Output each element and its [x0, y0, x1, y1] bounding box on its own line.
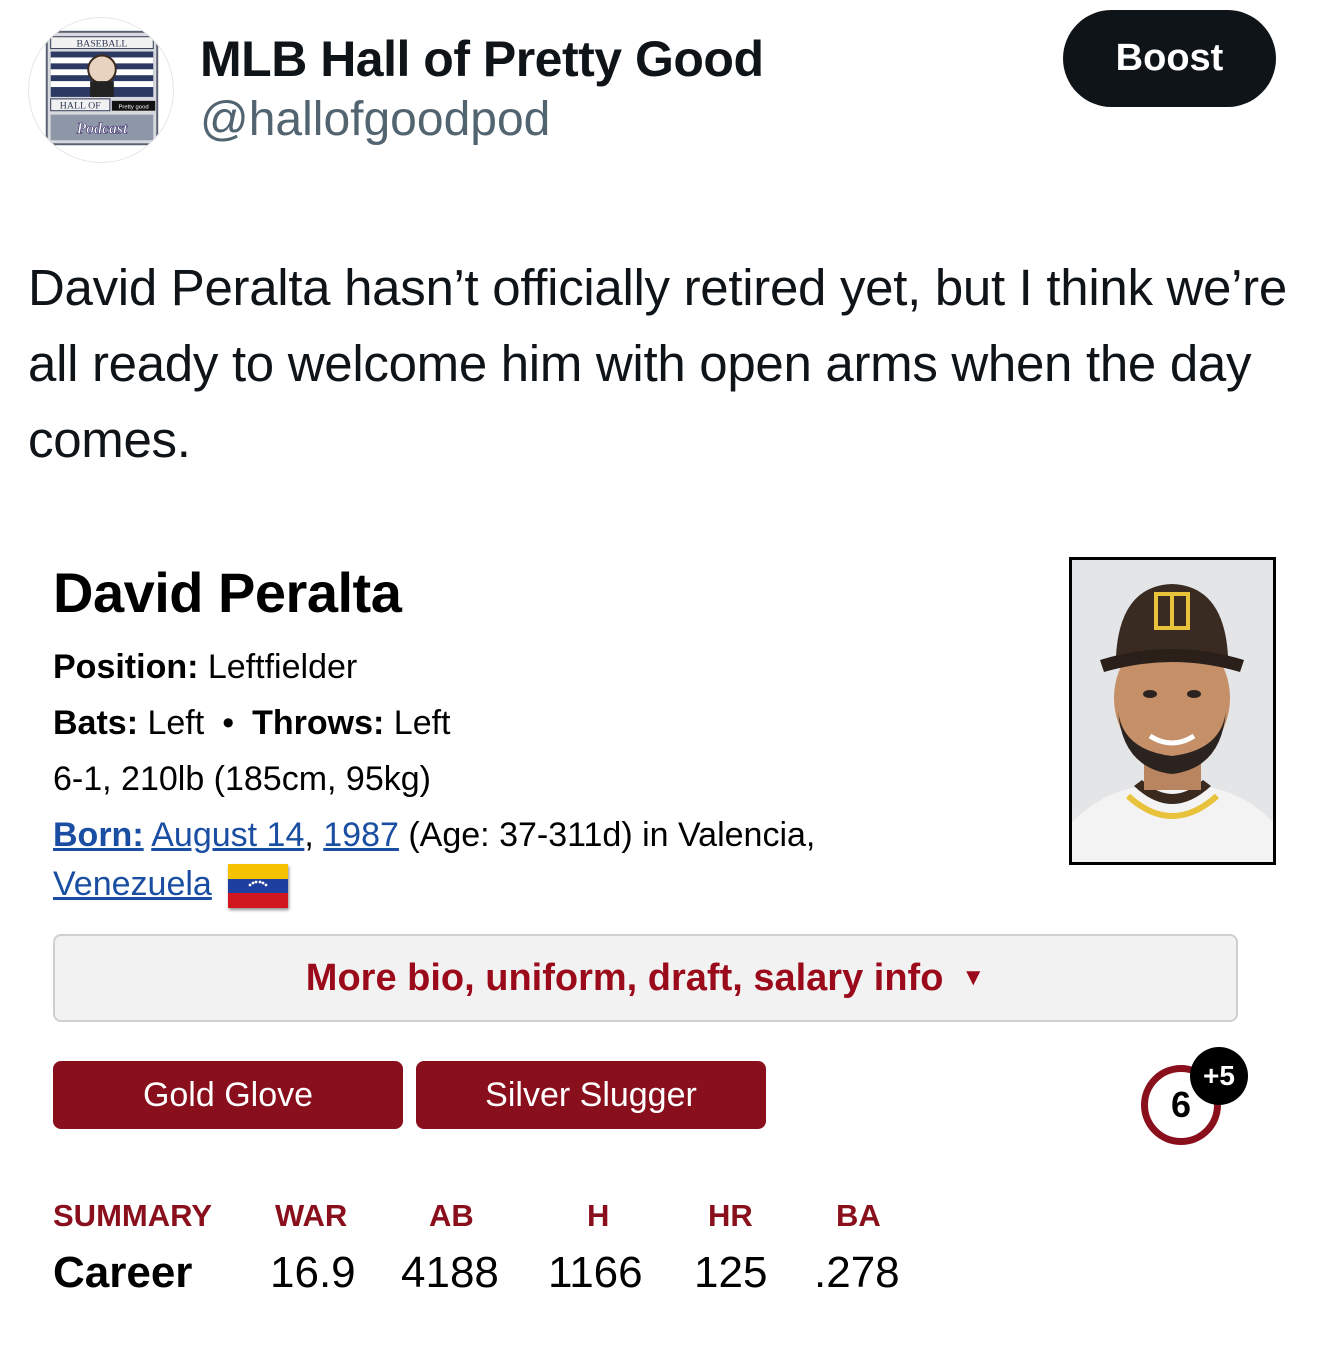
- display-name[interactable]: MLB Hall of Pretty Good: [200, 30, 764, 88]
- bats-value: Left: [147, 704, 205, 742]
- bats-label: Bats:: [53, 704, 139, 742]
- bats-throws-line: Bats: Left • Throws: Left: [53, 704, 451, 743]
- venezuela-flag-icon: [227, 864, 288, 908]
- position-value: Leftfielder: [207, 648, 358, 686]
- more-awards-badge[interactable]: 6 +5: [1138, 1047, 1250, 1145]
- born-country-line: Venezuela: [53, 864, 288, 908]
- svg-text:Podcast: Podcast: [77, 120, 128, 137]
- birth-country-link[interactable]: Venezuela: [53, 865, 212, 903]
- stat-hr-value: 125: [694, 1248, 768, 1297]
- hall-of-pretty-good-logo: BASEBALL HALL OF Pretty good Podcast: [45, 30, 159, 146]
- stats-header-h: H: [587, 1198, 610, 1233]
- award-gold-glove[interactable]: Gold Glove: [53, 1061, 403, 1129]
- stat-h-value: 1166: [548, 1248, 643, 1297]
- more-bio-button[interactable]: More bio, uniform, draft, salary info ▼: [53, 934, 1238, 1022]
- stats-row-label: Career: [53, 1248, 193, 1297]
- born-rest: (Age: 37-311d) in Valencia,: [408, 816, 816, 854]
- stats-header-ba: BA: [836, 1198, 881, 1233]
- position-label: Position:: [53, 648, 199, 686]
- svg-text:BASEBALL: BASEBALL: [77, 39, 128, 50]
- position-line: Position: Leftfielder: [53, 648, 357, 687]
- account-handle[interactable]: @hallofgoodpod: [200, 92, 550, 147]
- account-avatar[interactable]: BASEBALL HALL OF Pretty good Podcast: [28, 17, 174, 163]
- born-comma: ,: [304, 816, 314, 854]
- stats-header-hr: HR: [708, 1198, 753, 1233]
- more-bio-label: More bio, uniform, draft, salary info: [305, 956, 944, 999]
- stats-header-ab: AB: [429, 1198, 474, 1233]
- stat-ab-value: 4188: [401, 1248, 499, 1297]
- awards-plus-badge: +5: [1190, 1047, 1248, 1105]
- svg-text:HALL OF: HALL OF: [60, 101, 102, 112]
- bullet-separator: •: [222, 704, 235, 742]
- award-silver-slugger[interactable]: Silver Slugger: [416, 1061, 766, 1129]
- player-name: David Peralta: [53, 561, 402, 624]
- tweet-text: David Peralta hasn’t officially retired …: [28, 259, 1287, 468]
- chevron-down-icon: ▼: [961, 964, 986, 991]
- stat-ba-value: .278: [814, 1248, 900, 1297]
- stats-header-war: WAR: [275, 1198, 348, 1233]
- stats-header-summary: SUMMARY: [53, 1198, 213, 1233]
- born-line: Born: August 14, 1987 (Age: 37-311d) in …: [53, 816, 815, 855]
- stat-war-value: 16.9: [270, 1248, 356, 1297]
- throws-value: Left: [393, 704, 451, 742]
- throws-label: Throws:: [252, 704, 385, 742]
- svg-text:Pretty good: Pretty good: [118, 105, 148, 111]
- birth-date-link[interactable]: August 14: [151, 816, 304, 854]
- birth-year-link[interactable]: 1987: [323, 816, 399, 854]
- player-card-image[interactable]: David Peralta Position: Leftfielder Bats…: [0, 530, 1329, 1330]
- player-photo-icon: [1072, 560, 1273, 862]
- size-line: 6-1, 210lb (185cm, 95kg): [53, 760, 431, 798]
- boost-button[interactable]: Boost: [1063, 10, 1276, 107]
- born-label-link[interactable]: Born:: [53, 816, 144, 854]
- player-headshot: [1069, 557, 1276, 865]
